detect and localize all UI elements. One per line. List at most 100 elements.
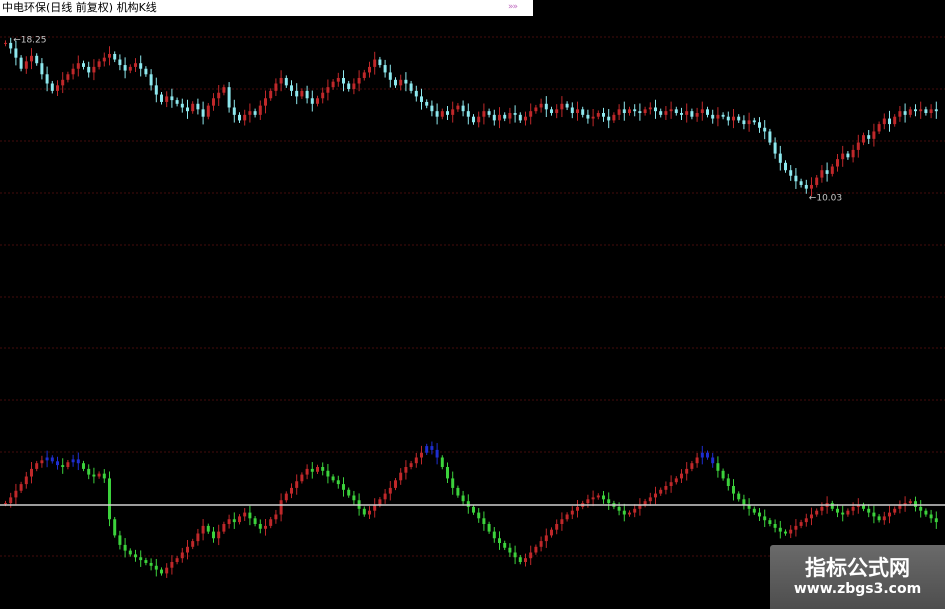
indicator-candle	[830, 500, 834, 512]
price-candle	[113, 51, 117, 63]
indicator-candle	[633, 504, 637, 518]
price-candle	[305, 85, 309, 104]
indicator-candle	[815, 508, 819, 517]
price-candle	[752, 117, 756, 125]
indicator-candle	[300, 472, 304, 484]
indicator-candle	[217, 524, 221, 546]
price-candle	[19, 55, 23, 72]
price-candle	[508, 107, 512, 124]
price-candle	[513, 105, 517, 123]
indicator-candle	[669, 475, 673, 493]
chart-stage: 中电环保(日线 前复权) 机构K线 »» ←18.25 ←10.03 指标公式网 …	[0, 0, 945, 609]
indicator-candle	[92, 467, 96, 484]
indicator-candle	[513, 545, 517, 565]
price-candle	[784, 160, 787, 173]
price-candle	[685, 103, 689, 123]
indicator-candle	[66, 459, 70, 470]
price-candle	[768, 128, 772, 146]
indicator-candle	[487, 521, 491, 534]
price-candle	[893, 114, 897, 127]
price-candle	[206, 103, 210, 120]
price-candle	[24, 56, 28, 74]
price-candle	[617, 104, 621, 120]
price-candle	[794, 168, 798, 189]
indicator-candle	[123, 538, 127, 558]
price-candles	[4, 37, 938, 197]
price-candle	[425, 99, 429, 109]
indicator-candle	[451, 471, 455, 495]
indicator-candle	[30, 462, 33, 484]
price-candle	[524, 111, 527, 126]
price-candle	[482, 103, 486, 125]
indicator-candle	[87, 464, 91, 480]
indicator-candle	[414, 452, 418, 468]
indicator-candle	[680, 469, 683, 483]
price-candle	[659, 108, 663, 118]
price-candle	[217, 85, 221, 106]
price-candle	[726, 111, 730, 126]
price-candle	[196, 98, 200, 115]
price-candle	[820, 165, 824, 183]
price-candle	[581, 106, 585, 118]
indicator-candle	[659, 487, 663, 496]
price-candle	[555, 104, 559, 119]
indicator-candle	[149, 558, 153, 571]
indicator-candle	[882, 511, 886, 525]
indicator-candle	[550, 527, 553, 538]
indicator-candle	[383, 489, 387, 504]
price-candle	[191, 101, 195, 114]
price-candle	[274, 78, 278, 97]
indicator-candle	[498, 531, 501, 550]
indicator-candle	[61, 458, 65, 474]
indicator-candle	[352, 490, 356, 505]
price-candle	[908, 106, 912, 118]
indicator-candle	[456, 485, 460, 498]
indicator-candle	[310, 462, 314, 479]
price-candle	[388, 64, 392, 88]
indicator-candle	[248, 505, 252, 526]
price-candle	[695, 107, 699, 122]
price-candle	[591, 109, 595, 127]
indicator-candle	[253, 516, 257, 527]
price-candle	[404, 72, 408, 92]
price-candle	[295, 83, 299, 105]
price-candle	[238, 112, 241, 123]
price-candle	[643, 106, 647, 116]
indicator-candle	[758, 508, 761, 521]
indicator-candle	[903, 496, 907, 512]
grid-lines	[0, 36, 945, 557]
price-candle	[108, 46, 111, 66]
price-candle	[290, 80, 293, 97]
price-candle	[97, 58, 101, 70]
price-candle	[550, 106, 553, 116]
indicator-candle	[305, 464, 309, 480]
price-candle	[92, 59, 96, 81]
price-candle	[71, 63, 75, 80]
price-candle	[414, 85, 418, 102]
price-candle	[461, 100, 465, 117]
price-candle	[40, 58, 44, 80]
price-candle	[706, 106, 709, 118]
price-candle	[565, 101, 569, 111]
price-candle	[456, 103, 460, 112]
price-candle	[144, 66, 148, 77]
price-candle	[929, 104, 933, 119]
kline-chart[interactable]: ←18.25 ←10.03	[0, 0, 945, 609]
indicator-candle	[810, 507, 813, 526]
price-candle	[622, 101, 626, 121]
indicator-candle	[321, 462, 325, 476]
price-candle	[763, 120, 767, 140]
price-candle	[882, 113, 886, 130]
indicator-candle	[934, 511, 938, 529]
indicator-candle	[534, 544, 538, 555]
indicator-candle	[71, 454, 75, 467]
price-candle	[50, 80, 54, 94]
indicator-candle	[144, 557, 148, 566]
indicator-candle	[108, 471, 111, 527]
price-candle	[331, 79, 335, 90]
indicator-candle	[732, 479, 735, 501]
price-candle	[45, 66, 49, 92]
price-candle	[862, 132, 865, 146]
price-candle	[310, 90, 314, 112]
indicator-candle	[206, 523, 210, 534]
